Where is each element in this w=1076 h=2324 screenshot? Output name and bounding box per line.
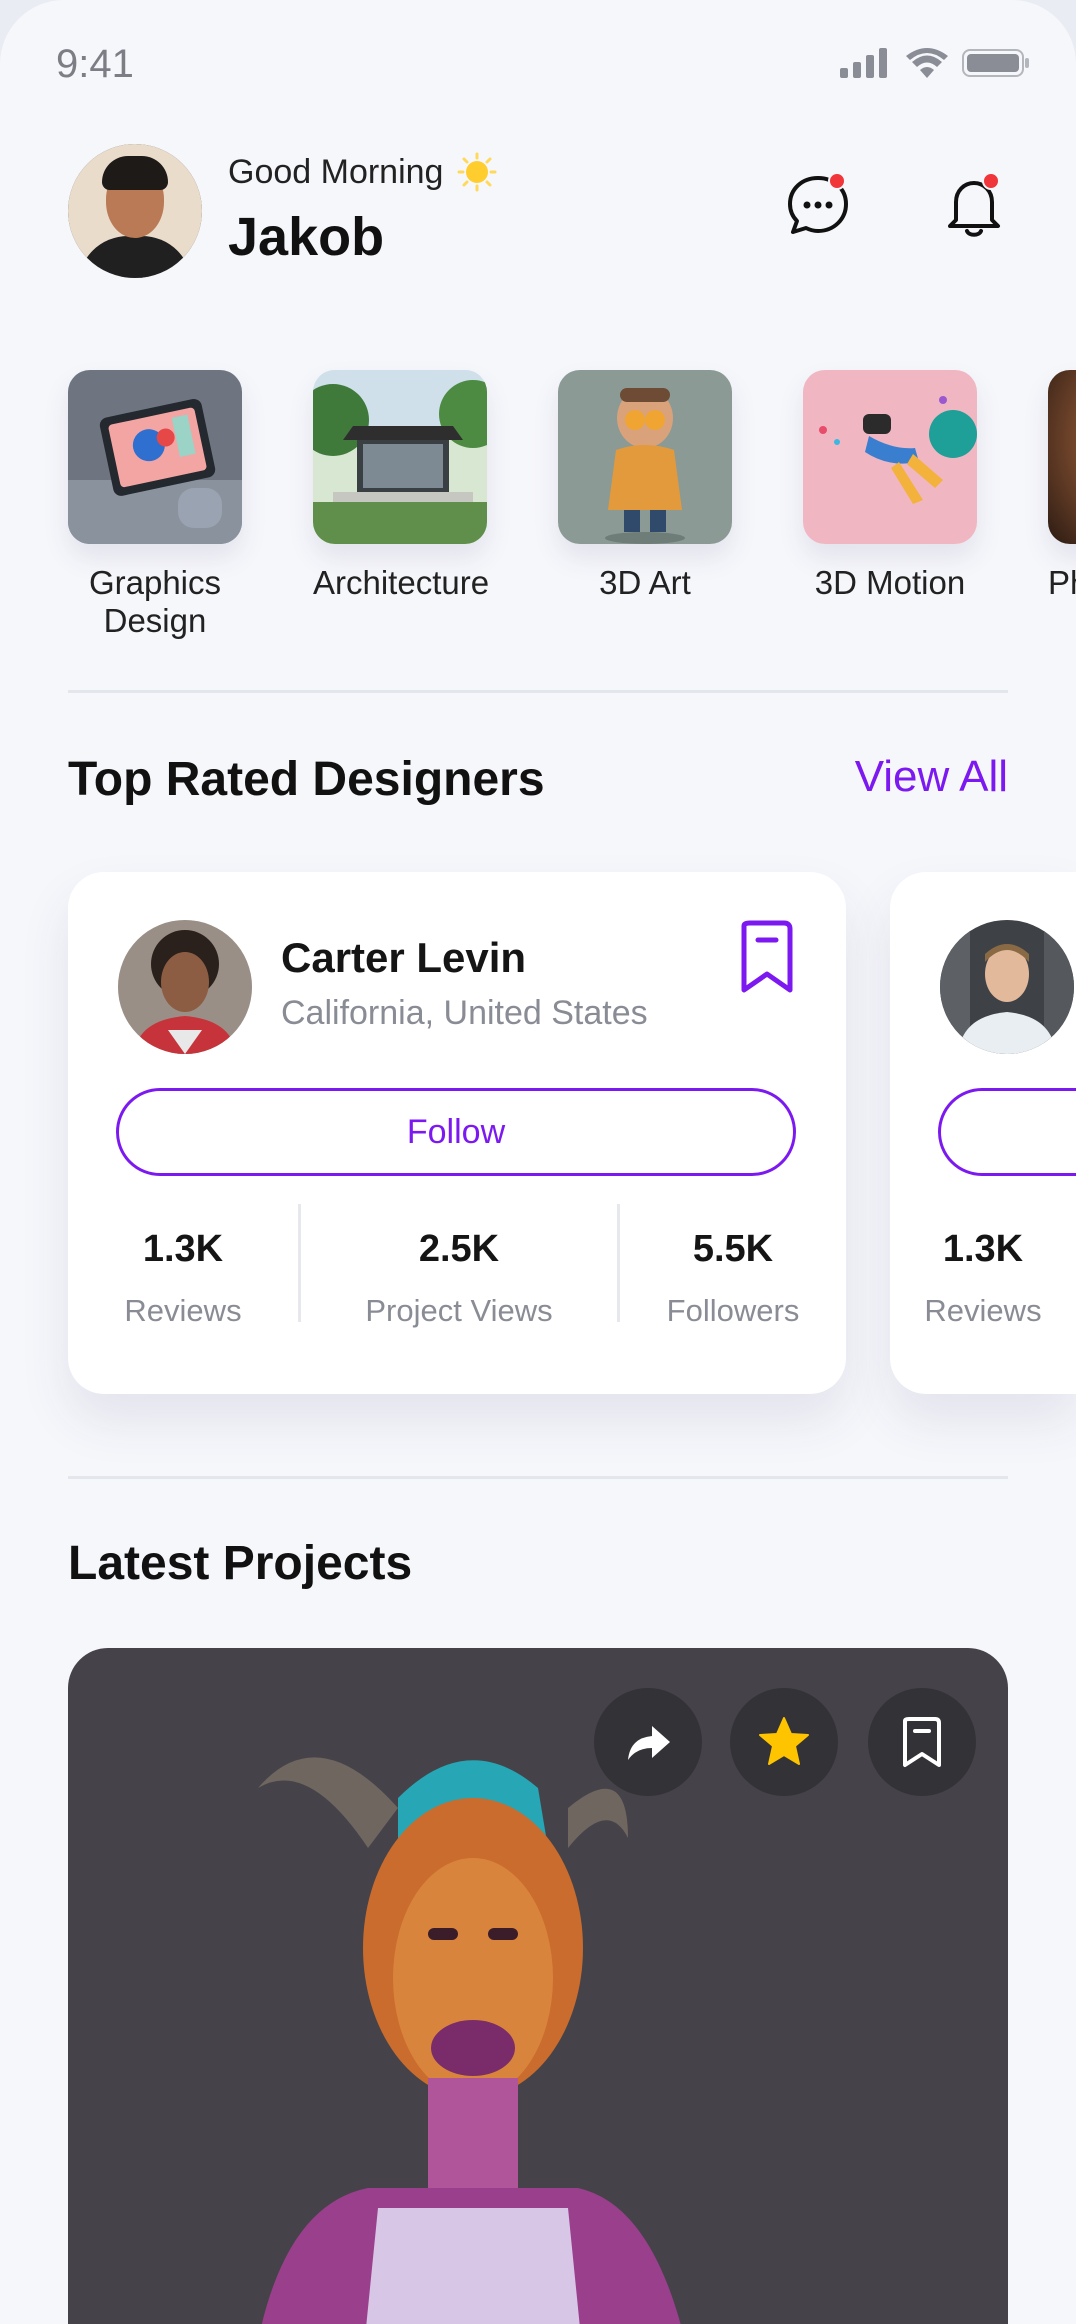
follow-button[interactable]: Follow xyxy=(116,1088,796,1176)
bookmark-icon xyxy=(903,1717,941,1767)
category-photography[interactable]: Pho xyxy=(1048,370,1076,640)
sun-icon xyxy=(457,152,497,192)
category-3d-motion[interactable]: 3D Motion xyxy=(803,370,977,640)
category-thumbnail xyxy=(68,370,242,544)
notifications-button[interactable] xyxy=(938,170,1010,242)
divider xyxy=(68,690,1008,693)
category-list: Graphics Design Architecture 3D Art 3D M… xyxy=(68,370,1076,640)
greeting: Good Morning xyxy=(228,152,497,192)
stat-label: Reviews xyxy=(924,1293,1042,1328)
stat-followers: 5.5K Followers xyxy=(620,1228,846,1329)
category-thumbnail xyxy=(313,370,487,544)
share-icon xyxy=(628,1726,670,1760)
stat-project-views: 2.5K Project Views xyxy=(301,1228,617,1329)
stat-value: 5.5K xyxy=(692,1228,774,1270)
share-button[interactable] xyxy=(594,1688,702,1796)
project-card[interactable] xyxy=(68,1648,1008,2324)
stat-label: Followers xyxy=(666,1293,800,1328)
user-avatar[interactable] xyxy=(68,144,202,278)
notification-dot xyxy=(828,172,846,190)
section-title: Top Rated Designers xyxy=(68,753,545,806)
app-screen: 9:41 Good Morning Jakob Graphics Design … xyxy=(0,0,1076,2324)
category-thumbnail xyxy=(558,370,732,544)
status-time: 9:41 xyxy=(56,42,134,86)
stat-reviews: 1.3K Reviews xyxy=(68,1228,298,1329)
designer-avatar xyxy=(940,920,1074,1054)
follow-button[interactable] xyxy=(938,1088,1076,1176)
bookmark-button[interactable] xyxy=(734,920,800,994)
category-label: 3D Motion xyxy=(814,564,966,601)
greeting-text: Good Morning xyxy=(228,152,444,191)
messages-button[interactable] xyxy=(782,170,854,242)
stat-label: Project Views xyxy=(365,1293,553,1328)
designer-stats: 1.3K Reviews 2.5K Project Views 5.5K Fol… xyxy=(68,1204,846,1329)
wifi-icon xyxy=(906,48,948,78)
view-all-link[interactable]: View All xyxy=(855,752,1008,802)
stat-label: Reviews xyxy=(124,1293,242,1328)
save-project-button[interactable] xyxy=(868,1688,976,1796)
favorite-button[interactable] xyxy=(730,1688,838,1796)
star-icon xyxy=(759,1717,809,1765)
project-image xyxy=(258,1757,681,2324)
bookmark-icon xyxy=(741,920,793,993)
username: Jakob xyxy=(228,207,385,267)
category-label: Graphics Design xyxy=(88,564,222,639)
category-3d-art[interactable]: 3D Art xyxy=(558,370,732,640)
stat-reviews: 1.3K Reviews xyxy=(890,1228,1076,1329)
stat-value: 2.5K xyxy=(418,1228,500,1270)
designer-stats: 1.3K Reviews xyxy=(890,1228,1076,1329)
status-icons xyxy=(840,48,1030,78)
notification-dot xyxy=(982,172,1000,190)
battery-icon xyxy=(962,49,1029,77)
designer-card[interactable]: 1.3K Reviews xyxy=(890,872,1076,1394)
category-label: 3D Art xyxy=(599,564,691,601)
category-graphics-design[interactable]: Graphics Design xyxy=(68,370,242,640)
category-thumbnail xyxy=(1048,370,1076,544)
category-architecture[interactable]: Architecture xyxy=(313,370,490,640)
category-thumbnail xyxy=(803,370,977,544)
section-title: Latest Projects xyxy=(68,1537,413,1590)
category-label: Pho xyxy=(1048,564,1076,601)
designer-name: Carter Levin xyxy=(281,934,527,981)
signal-icon xyxy=(840,48,887,78)
divider xyxy=(68,1476,1008,1479)
stat-value: 1.3K xyxy=(942,1228,1024,1270)
designer-card[interactable]: Carter Levin California, United States F… xyxy=(68,872,846,1394)
stat-value: 1.3K xyxy=(142,1228,224,1270)
designer-avatar xyxy=(118,920,252,1054)
designer-location: California, United States xyxy=(281,994,648,1032)
category-label: Architecture xyxy=(313,564,490,601)
